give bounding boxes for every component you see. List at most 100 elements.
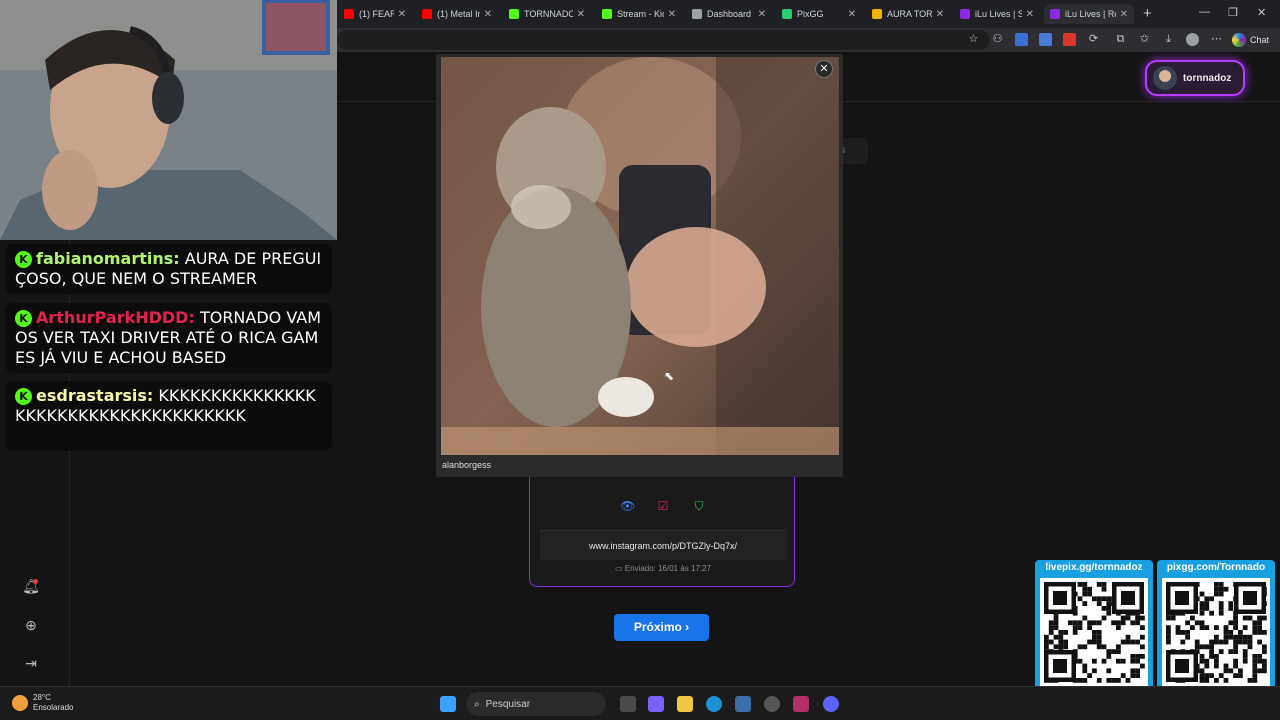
maximize-icon[interactable]: ❐ [1228,6,1238,19]
webcam-image [0,0,337,240]
shield-icon[interactable]: ⛉ [692,499,706,513]
translate-icon[interactable] [1039,33,1052,46]
drive-icon [872,9,882,19]
search-placeholder: Pesquisar [485,698,531,710]
tab-close-icon[interactable]: ✕ [398,9,406,20]
tab-close-icon[interactable]: ✕ [484,9,492,20]
kick-badge-icon: K [15,251,32,268]
file-explorer-icon[interactable] [677,696,693,712]
user-profile-button[interactable]: tornnadoz [1145,60,1245,96]
close-modal-button[interactable]: ✕ [815,60,833,78]
tab-close-icon[interactable]: ✕ [758,9,766,20]
tab-title: AURA TORNN [887,9,932,19]
kick-badge-icon: K [15,388,32,405]
youtube-icon [344,9,354,19]
chat-message: K ArthurParkHDDD: TORNADO VAMOS VER TAXI … [5,303,332,373]
taskbar-search[interactable]: ⌕ Pesquisar [466,692,606,716]
tab-close-icon[interactable]: ✕ [577,9,585,20]
submission-url[interactable]: www.instagram.com/p/DTGZly-Dq7x/ [540,530,786,560]
browser-tab[interactable]: iLu Lives | Rea ✕ [1044,4,1134,24]
weather-widget[interactable]: 28°C Ensolarado [12,693,73,713]
tab-title: PixGG [797,9,824,19]
logout-icon[interactable]: ⇥ [22,654,40,672]
copilot-chat-button[interactable]: Chat [1232,31,1269,49]
tab-title: (1) FEAR THE C [359,9,394,19]
media-modal: ✕ alanborgess [436,54,843,477]
globe-icon [692,9,702,19]
eye-icon[interactable]: 👁︎ [620,499,635,513]
browser-tab[interactable]: iLu Lives | Sou ✕ [954,4,1040,24]
browser-tab[interactable]: TORNNADOZ ✕ [503,4,591,24]
checkbox-icon[interactable]: ☑ [656,499,670,513]
calendar-icon: ▭ [614,564,625,573]
new-tab-button[interactable]: + [1143,5,1152,22]
submission-actions: 👁︎ ☑ ⛉ [530,499,796,519]
copilot-app-icon[interactable] [648,696,664,712]
browser-tab[interactable]: Dashboard - L ✕ [686,4,772,24]
taskbar: 28°C Ensolarado ⌕ Pesquisar [0,686,1280,720]
minimize-icon[interactable]: — [1199,6,1210,18]
tab-title: Stream - Kick [617,9,664,19]
help-icon[interactable]: ⊕ [22,616,40,634]
chat-message: Kesdrastarsis: KKKKKKKKKKKKKKKKKKKKKKKKK… [5,381,332,451]
qr-title: livepix.gg/tornnadoz [1045,562,1143,573]
task-view-icon[interactable] [620,696,636,712]
tab-title: iLu Lives | Rea [1065,9,1116,19]
start-icon[interactable] [440,696,456,712]
pixgg-icon [782,9,792,19]
temperature: 28°C [33,693,51,702]
ilu-icon [960,9,970,19]
sent-text: Enviado: 16/01 às 17:27 [624,564,712,573]
tab-close-icon[interactable]: ✕ [936,9,944,20]
tab-close-icon[interactable]: ✕ [1120,9,1128,20]
qr-code-icon [1162,578,1270,686]
qr-title: pixgg.com/Tornnado [1166,562,1266,573]
tab-close-icon[interactable]: ✕ [1026,9,1034,20]
avatar [1153,66,1177,90]
youtube-icon [422,9,432,19]
tab-title: Dashboard - L [707,9,754,19]
copilot-icon [1232,33,1246,47]
mouse-cursor-icon: ⬉ [664,369,675,383]
shield-extension-icon[interactable] [1015,33,1028,46]
profile-icon[interactable] [1186,33,1199,46]
modal-photo [441,57,839,455]
search-icon: ⌕ [474,698,480,710]
photos-icon[interactable] [735,696,751,712]
split-screen-icon[interactable]: ⧉ [1114,33,1127,46]
browser-tab[interactable]: Stream - Kick ✕ [596,4,682,24]
refresh-extension-icon[interactable]: ⟳ [1087,33,1100,46]
edge-icon[interactable] [706,696,722,712]
browser-tab[interactable]: (1) FEAR THE C ✕ [338,4,412,24]
webcam-feed [0,0,337,240]
address-field[interactable] [337,30,990,50]
red-extension-icon[interactable] [1063,33,1076,46]
close-window-icon[interactable]: ✕ [1257,6,1266,19]
discord-icon[interactable] [823,696,839,712]
tab-title: iLu Lives | Sou [975,9,1022,19]
obs-icon[interactable] [764,696,780,712]
chat-label: Chat [1250,35,1270,45]
favorites-icon[interactable]: ✩ [1138,33,1151,46]
extension-icon[interactable]: ⚇ [991,33,1004,46]
qr-code-icon [1040,578,1148,686]
tab-title: TORNNADOZ [524,9,573,19]
browser-tab[interactable]: (1) Metal Instr ✕ [416,4,498,24]
tab-title: (1) Metal Instr [437,9,480,19]
notification-dot [33,579,38,584]
star-icon[interactable]: ☆ [967,33,980,46]
next-button[interactable]: Próximo › [614,614,709,641]
app-icon[interactable] [793,696,809,712]
username-label: tornnadoz [1183,72,1232,84]
chat-username: esdrastarsis: [36,386,154,405]
download-icon[interactable]: ⤓ [1162,33,1175,46]
more-menu-icon[interactable]: ⋯ [1210,33,1223,46]
browser-tab[interactable]: PixGG ✕ [776,4,862,24]
sun-icon [12,695,28,711]
ilu-icon [1050,9,1060,19]
chat-username: ArthurParkHDDD: [36,308,195,327]
tab-close-icon[interactable]: ✕ [668,9,676,20]
kick-badge-icon: K [15,310,32,327]
tab-close-icon[interactable]: ✕ [848,9,856,20]
browser-tab[interactable]: AURA TORNN ✕ [866,4,950,24]
